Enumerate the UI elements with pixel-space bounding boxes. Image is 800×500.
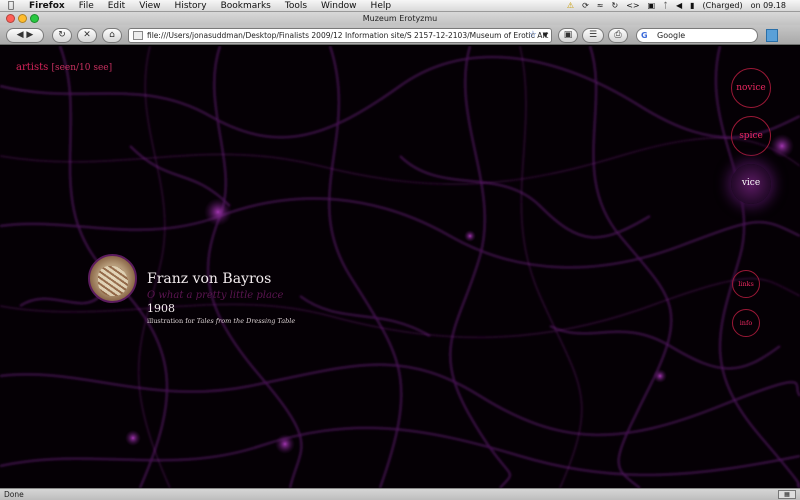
- artists-label-text: artists: [16, 62, 49, 73]
- artwork-description-prefix: illustration for: [147, 317, 197, 325]
- reload-button[interactable]: ↻: [52, 28, 72, 43]
- back-forward-button[interactable]: ◀ ▶: [6, 28, 44, 43]
- artists-link[interactable]: artists [seen/10 see]: [16, 62, 112, 73]
- browser-toolbar: ◀ ▶ ↻ ✕ ⌂ file:///Users/jonasuddman/Desk…: [0, 25, 800, 45]
- bluetooth-icon[interactable]: ᛏ: [659, 0, 672, 12]
- menu-help[interactable]: Help: [364, 0, 399, 12]
- search-engine-label: Google: [657, 31, 686, 40]
- artists-seen-count: [seen/10 see]: [51, 63, 113, 73]
- addon-icon[interactable]: [766, 29, 778, 42]
- url-bar[interactable]: file:///Users/jonasuddman/Desktop/Finali…: [128, 28, 552, 43]
- apple-menu-icon[interactable]: : [0, 0, 22, 12]
- artwork-description: illustration for Tales from the Dressing…: [147, 317, 295, 325]
- url-dropdown-icon[interactable]: ▼: [543, 29, 548, 42]
- page-favicon-icon: [133, 31, 143, 40]
- window-title: Muzeum Erotyzmu: [362, 14, 438, 23]
- zoom-window-icon[interactable]: [30, 14, 39, 23]
- home-button[interactable]: ⌂: [102, 28, 122, 43]
- artist-thumbnail[interactable]: [88, 254, 137, 303]
- menu-history[interactable]: History: [168, 0, 214, 12]
- close-window-icon[interactable]: [6, 14, 15, 23]
- links-button[interactable]: links: [732, 270, 760, 298]
- volume-icon[interactable]: ◀: [672, 0, 686, 12]
- menu-view[interactable]: View: [132, 0, 167, 12]
- menubar:  Firefox File Edit View History Bookmar…: [0, 0, 800, 12]
- display-icon[interactable]: ▣: [644, 0, 660, 12]
- feed-button[interactable]: ☰: [582, 28, 604, 43]
- artwork-year: 1908: [147, 302, 175, 315]
- print-button[interactable]: ⎙: [608, 28, 628, 43]
- menu-window[interactable]: Window: [314, 0, 364, 12]
- window-titlebar: Muzeum Erotyzmu: [0, 12, 800, 25]
- menu-tools[interactable]: Tools: [278, 0, 314, 12]
- battery-status[interactable]: (Charged): [699, 0, 747, 12]
- status-addon-icon[interactable]: ▦: [778, 490, 796, 499]
- battery-icon[interactable]: ▮: [686, 0, 698, 12]
- level-vice-button[interactable]: vice: [731, 164, 771, 204]
- screenshot-button[interactable]: ▣: [558, 28, 578, 43]
- web-page: artists [seen/10 see] novice spice vice …: [0, 46, 800, 488]
- bookmark-star-icon[interactable]: ☆: [529, 29, 537, 42]
- warning-icon[interactable]: ⚠: [563, 0, 578, 12]
- menubar-clock[interactable]: on 09.18: [747, 0, 790, 12]
- artwork-description-work: Tales from the Dressing Table: [196, 317, 296, 325]
- artist-name[interactable]: Franz von Bayros: [147, 271, 271, 287]
- level-novice-button[interactable]: novice: [731, 68, 771, 108]
- menu-file[interactable]: File: [72, 0, 101, 12]
- code-icon[interactable]: <>: [622, 0, 643, 12]
- stop-button[interactable]: ✕: [77, 28, 97, 43]
- wifi-icon[interactable]: ≈: [593, 0, 608, 12]
- status-bar: Done ▦: [0, 488, 800, 500]
- menu-firefox[interactable]: Firefox: [22, 0, 72, 12]
- artwork-title: O what a pretty little place: [147, 290, 284, 301]
- url-text: file:///Users/jonasuddman/Desktop/Finali…: [147, 31, 552, 40]
- level-spice-button[interactable]: spice: [731, 116, 771, 156]
- menu-bookmarks[interactable]: Bookmarks: [214, 0, 278, 12]
- search-bar[interactable]: G Google: [636, 28, 758, 43]
- info-button[interactable]: info: [732, 309, 760, 337]
- sync-icon[interactable]: ⟳: [578, 0, 593, 12]
- menu-edit[interactable]: Edit: [101, 0, 132, 12]
- time-machine-icon[interactable]: ↻: [608, 0, 623, 12]
- minimize-window-icon[interactable]: [18, 14, 27, 23]
- google-search-icon[interactable]: G: [641, 29, 648, 42]
- status-text: Done: [4, 490, 24, 499]
